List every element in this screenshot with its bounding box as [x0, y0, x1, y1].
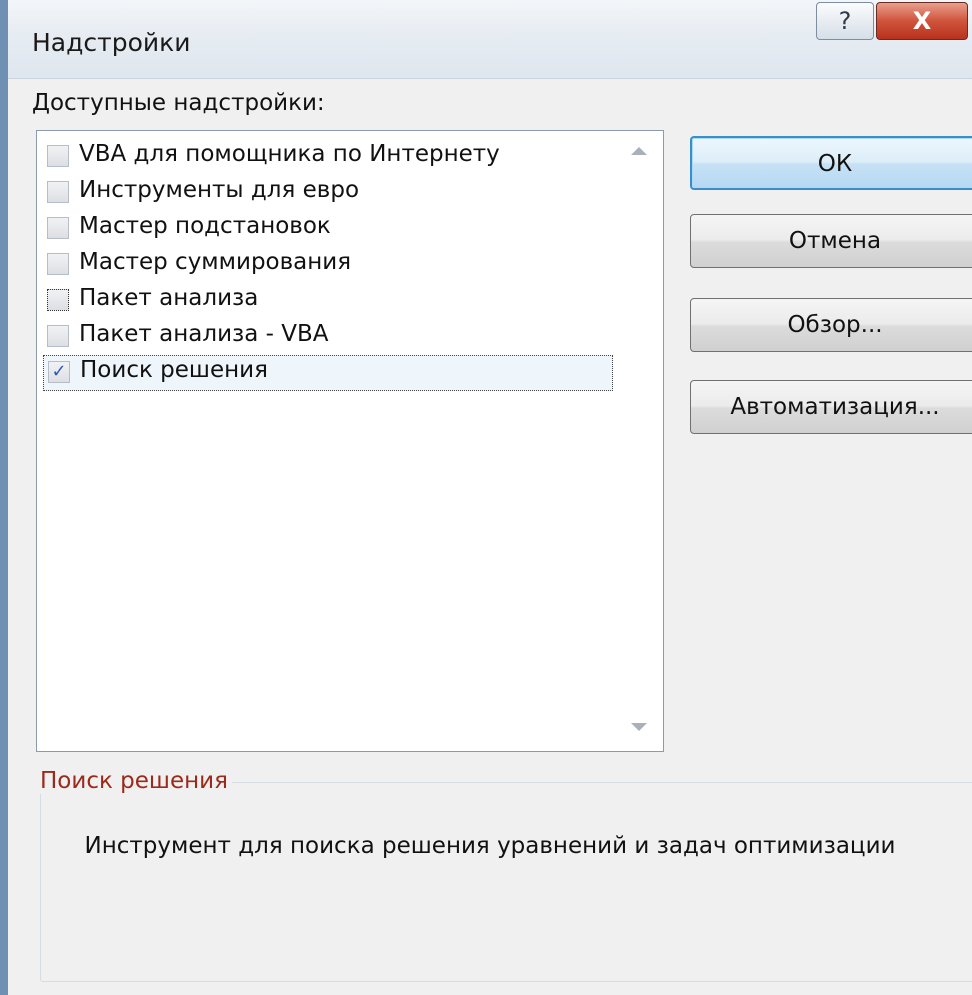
list-item[interactable]: Пакет анализа - VBA [43, 319, 613, 355]
list-item[interactable]: Пакет анализа [43, 283, 613, 319]
help-button[interactable]: ? [816, 2, 874, 40]
list-item-label: VBA для помощника по Интернету [79, 141, 500, 167]
close-icon: X [912, 7, 932, 35]
close-button[interactable]: X [876, 2, 968, 40]
list-item-label: Пакет анализа [79, 285, 259, 311]
dialog-title: Надстройки [32, 28, 191, 57]
list-item-label: Мастер суммирования [79, 249, 352, 275]
help-icon: ? [838, 7, 852, 35]
list-item[interactable]: VBA для помощника по Интернету [43, 139, 613, 175]
checkbox[interactable] [47, 145, 69, 167]
description-groupbox [40, 782, 972, 982]
checkbox[interactable] [47, 217, 69, 239]
scroll-up-arrow-icon[interactable] [631, 147, 647, 155]
scroll-down-arrow-icon[interactable] [631, 723, 647, 731]
list-item-label: Пакет анализа - VBA [79, 321, 329, 347]
list-item-selected[interactable]: ✓ Поиск решения [43, 355, 613, 391]
list-item-label: Мастер подстановок [79, 213, 331, 239]
checkbox-checked[interactable]: ✓ [48, 361, 70, 383]
addins-dialog: Надстройки ? X Доступные надстройки: VBA… [0, 0, 972, 995]
list-item[interactable]: Инструменты для евро [43, 175, 613, 211]
list-item[interactable]: Мастер суммирования [43, 247, 613, 283]
checkbox[interactable] [47, 181, 69, 203]
available-addins-label: Доступные надстройки: [32, 90, 325, 116]
list-item-label: Инструменты для евро [79, 177, 360, 203]
checkbox[interactable] [47, 325, 69, 347]
list-item[interactable]: Мастер подстановок [43, 211, 613, 247]
description-text: Инструмент для поиска решения уравнений … [84, 833, 896, 859]
description-title: Поиск решения [40, 768, 232, 794]
checkbox[interactable] [47, 253, 69, 275]
addins-listbox[interactable]: VBA для помощника по Интернету Инструмен… [36, 130, 664, 752]
browse-button[interactable]: Обзор... [690, 298, 972, 352]
automation-button[interactable]: Автоматизация... [690, 380, 972, 434]
cancel-button[interactable]: Отмена [690, 214, 972, 268]
title-bar: Надстройки ? X [8, 0, 972, 79]
ok-button[interactable]: ОК [690, 136, 972, 190]
list-item-label: Поиск решения [80, 357, 268, 383]
checkbox[interactable] [47, 289, 69, 311]
